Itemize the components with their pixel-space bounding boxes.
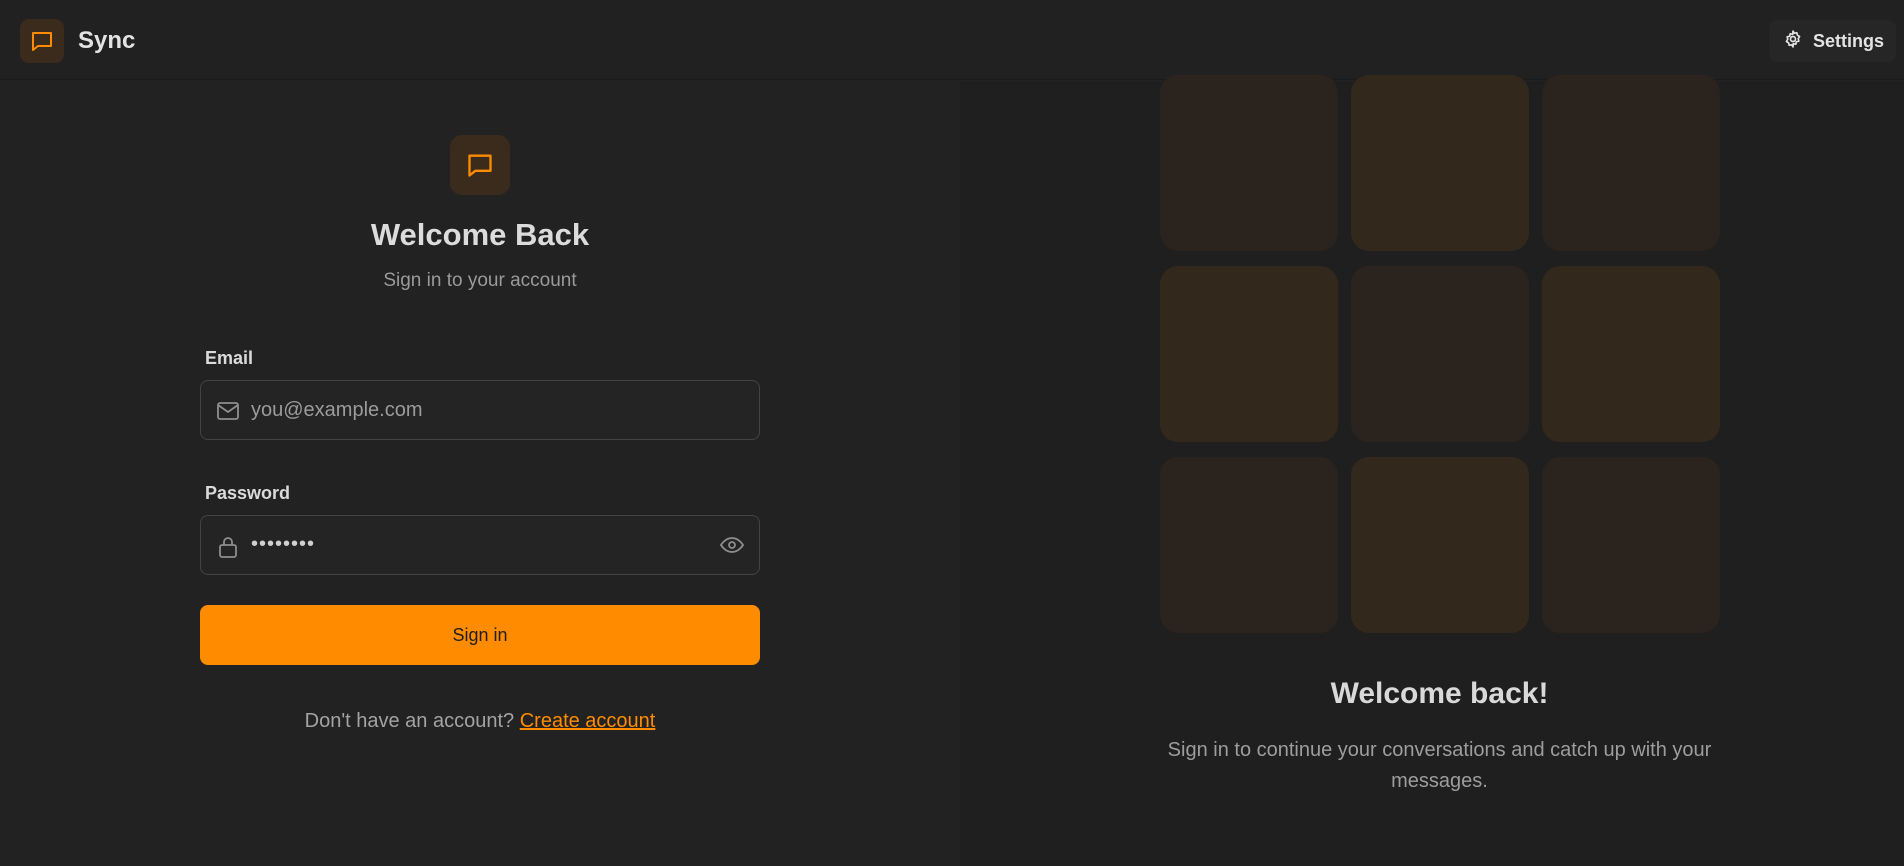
settings-label: Settings [1812,30,1884,51]
chat-bubble-icon [450,135,510,195]
settings-button[interactable]: Settings [1768,20,1896,62]
sign-in-button[interactable]: Sign in [200,605,760,665]
promo-text: Sign in to continue your conversations a… [1167,739,1712,792]
decorative-tile [1351,457,1529,633]
signup-row: Don't have an account? Create account [0,710,960,733]
gear-icon [1783,29,1803,54]
decorative-tile [1160,75,1338,251]
page-title: Welcome Back [370,217,590,252]
top-bar: Sync Settings [0,0,1904,80]
decorative-tile [1160,457,1338,633]
decorative-tile [1542,457,1720,633]
create-account-link[interactable]: Create account [520,710,656,732]
password-value: •••••••• [251,533,316,555]
chat-bubble-icon [20,19,64,63]
app-name: Sync [78,27,136,54]
email-label: Email [205,348,254,368]
brand[interactable]: Sync [20,18,135,64]
decorative-tile [1542,266,1720,442]
page-subtitle: Sign in to your account [383,270,577,291]
email-field[interactable] [251,381,691,439]
password-label: Password [205,483,291,503]
decorative-tile [1160,266,1338,442]
lock-icon [216,535,240,558]
login-panel [0,81,960,866]
signup-prompt: Don't have an account? [304,710,515,732]
decorative-tile [1351,266,1529,442]
eye-icon[interactable] [719,533,745,557]
decorative-tile [1542,75,1720,251]
email-field-wrapper [200,380,760,440]
password-field[interactable]: •••••••• [200,515,760,575]
mail-icon [216,400,240,422]
decorative-tile [1351,75,1529,251]
promo-title: Welcome back! [1330,677,1549,710]
